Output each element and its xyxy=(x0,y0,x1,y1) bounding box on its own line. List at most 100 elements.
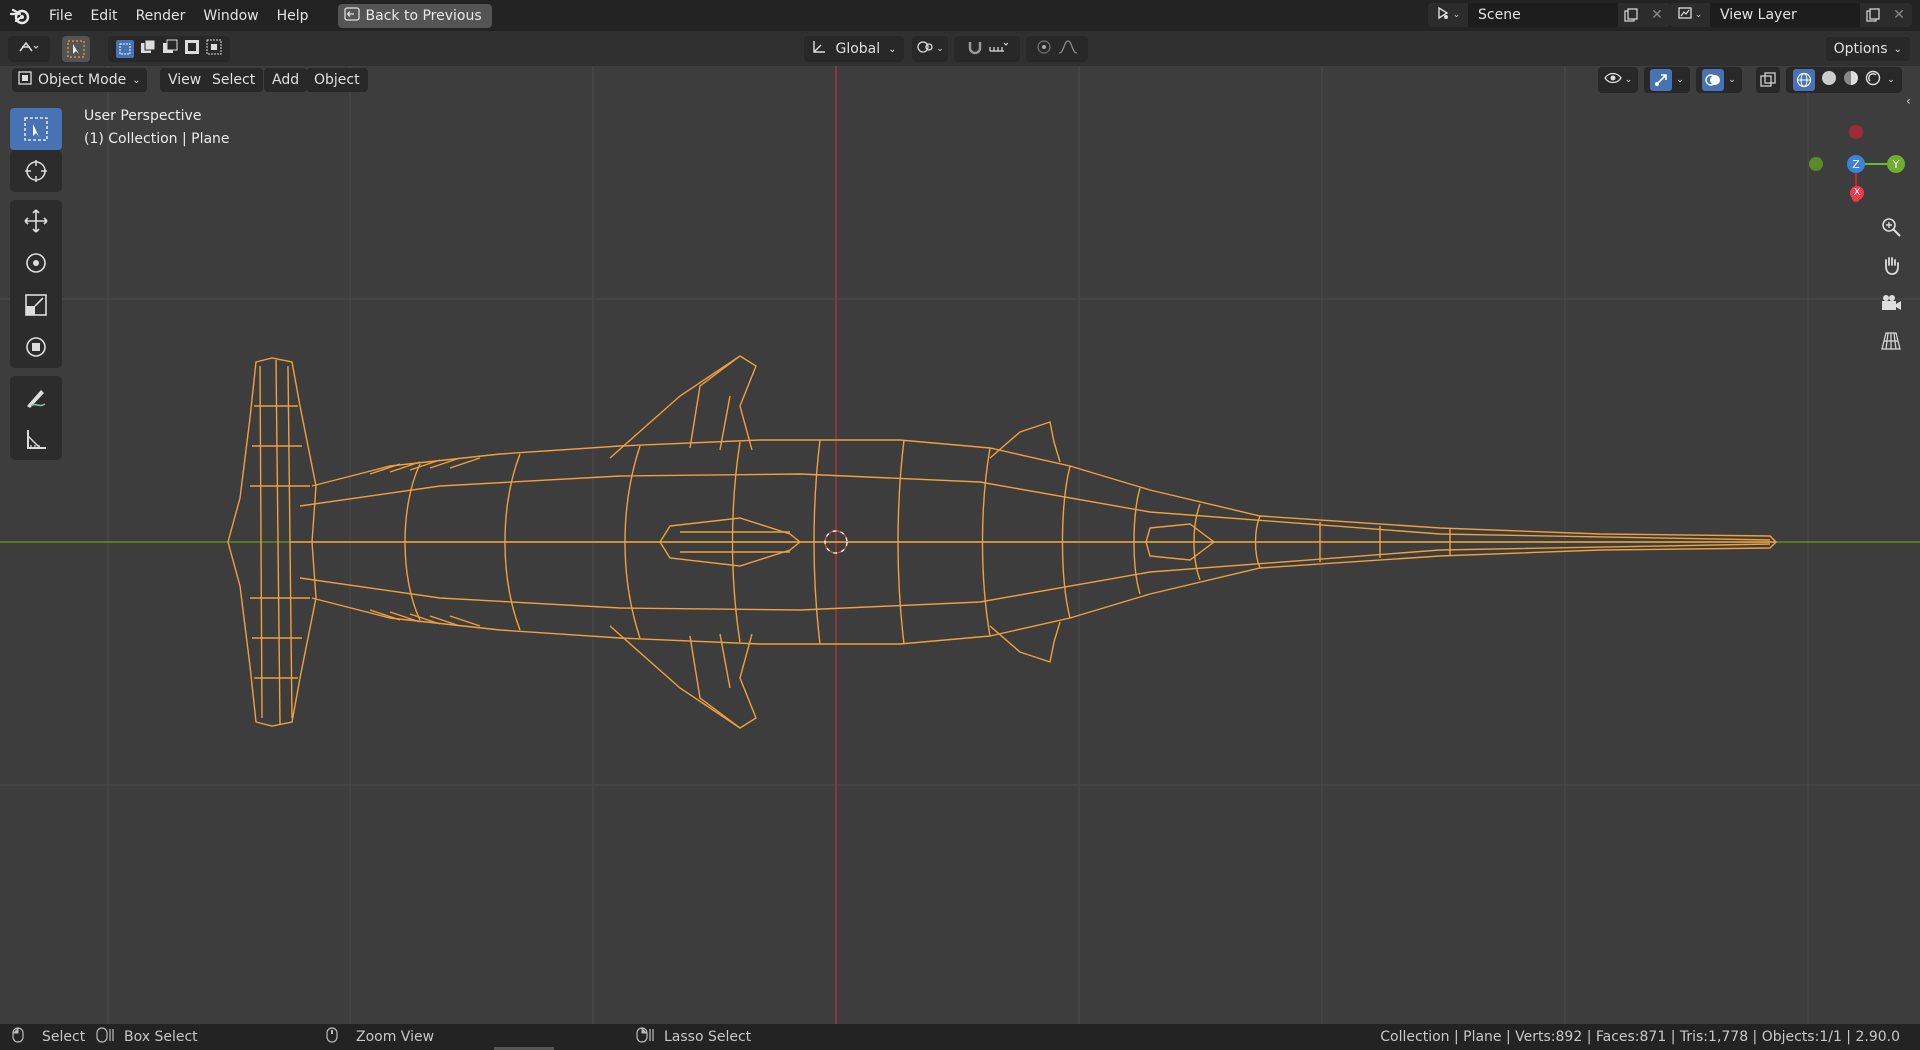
orientation-icon xyxy=(811,39,827,59)
viewport-header: Object Mode ⌄ View Select Add Object ⌄ ⌄… xyxy=(0,66,1920,94)
viewport-menu-add[interactable]: Add xyxy=(264,68,308,92)
options-dropdown[interactable]: Options ⌄ xyxy=(1825,37,1910,61)
scene-name-field[interactable]: Scene xyxy=(1468,3,1618,27)
chevron-down-icon: ⌄ xyxy=(132,74,141,86)
neg-x-axis-dot[interactable] xyxy=(1849,125,1863,139)
xray-toggle-icon[interactable] xyxy=(1756,67,1780,93)
proportional-edit-icon[interactable] xyxy=(1036,39,1052,59)
back-to-previous-label: Back to Previous xyxy=(365,7,482,24)
select-box-tool-icon[interactable] xyxy=(10,108,62,150)
editor-type-button[interactable] xyxy=(8,36,50,62)
scene-statistics: Collection | Plane | Verts:892 | Faces:8… xyxy=(1380,1029,1900,1045)
wireframe-shading-icon[interactable] xyxy=(1793,69,1816,91)
camera-view-icon[interactable] xyxy=(1876,288,1906,318)
menu-window[interactable]: Window xyxy=(194,4,267,28)
annotate-tool-icon[interactable] xyxy=(10,376,62,418)
mode-set-icon[interactable] xyxy=(116,40,134,58)
magnet-icon[interactable] xyxy=(966,38,984,60)
menu-help[interactable]: Help xyxy=(268,4,318,28)
transform-tool-icon[interactable] xyxy=(10,326,62,368)
measure-tool-icon[interactable] xyxy=(10,418,62,460)
chevron-down-icon: ⌄ xyxy=(1893,43,1902,55)
move-tool-icon[interactable] xyxy=(10,200,62,242)
material-preview-icon[interactable] xyxy=(1843,70,1859,90)
gizmo-toggle-group: ⌄ xyxy=(1644,67,1690,93)
selection-mode-group xyxy=(108,36,230,62)
chevron-down-icon: ⌄ xyxy=(936,44,944,54)
toolbar-cursor-group xyxy=(10,150,62,192)
chevron-down-icon: ⌄ xyxy=(1624,75,1633,85)
snap-increment-icon[interactable] xyxy=(988,39,1009,59)
status-lasso-hint: Lasso Select xyxy=(636,1024,751,1050)
new-view-layer-icon[interactable] xyxy=(1860,3,1886,27)
view-layer-browse-button[interactable]: ⌄ xyxy=(1670,3,1710,27)
3d-viewport[interactable]: User Perspective (1) Collection | Plane … xyxy=(0,66,1920,1024)
eye-icon xyxy=(1603,71,1622,89)
scale-tool-icon[interactable] xyxy=(10,284,62,326)
toolbar-annotate-group xyxy=(10,376,62,460)
scene-selector: ⌄ Scene ✕ xyxy=(1428,3,1670,27)
mode-difference-icon[interactable] xyxy=(184,39,200,59)
options-label: Options xyxy=(1833,41,1888,57)
menu-edit[interactable]: Edit xyxy=(81,4,126,28)
visibility-dropdown[interactable]: ⌄ xyxy=(1598,67,1638,93)
object-mode-dropdown[interactable]: Object Mode ⌄ xyxy=(12,68,147,92)
view-layer-icon xyxy=(1678,6,1692,24)
chevron-down-icon[interactable]: ⌄ xyxy=(1887,75,1895,85)
neg-y-axis-dot[interactable] xyxy=(1809,157,1823,171)
x-axis-label[interactable]: X xyxy=(1850,186,1864,200)
falloff-curve-icon[interactable] xyxy=(1058,39,1078,59)
delete-scene-icon[interactable]: ✕ xyxy=(1644,3,1670,27)
sidebar-toggle-icon[interactable]: ‹ xyxy=(1906,94,1911,108)
gizmo-icon[interactable] xyxy=(1650,69,1673,91)
viewport-menu-object[interactable]: Object xyxy=(306,68,368,92)
chevron-down-icon[interactable]: ⌄ xyxy=(1676,75,1684,85)
back-icon xyxy=(343,6,360,25)
solid-shading-icon[interactable] xyxy=(1821,70,1837,90)
rotate-tool-icon[interactable] xyxy=(10,242,62,284)
chevron-down-icon[interactable]: ⌄ xyxy=(1728,75,1736,85)
toolbar-transform-group xyxy=(10,200,62,368)
mode-extend-icon[interactable] xyxy=(140,39,156,59)
blender-logo-icon[interactable] xyxy=(0,0,40,31)
pan-hand-icon[interactable] xyxy=(1876,250,1906,280)
top-menu-bar: File Edit Render Window Help Back to Pre… xyxy=(0,0,1920,31)
menu-file[interactable]: File xyxy=(40,4,81,28)
perspective-toggle-icon[interactable] xyxy=(1876,326,1906,356)
object-mode-label: Object Mode xyxy=(38,72,127,88)
shark-mesh xyxy=(227,355,1777,729)
pivot-point-dropdown[interactable]: ⌄ xyxy=(912,36,948,62)
scene-icon xyxy=(1436,6,1450,24)
scene-browse-button[interactable]: ⌄ xyxy=(1428,3,1468,27)
zoom-icon[interactable] xyxy=(1876,212,1906,242)
back-to-previous-button[interactable]: Back to Previous xyxy=(337,3,492,28)
menu-render[interactable]: Render xyxy=(127,4,195,28)
cursor-tool-icon[interactable] xyxy=(10,150,62,192)
new-scene-icon[interactable] xyxy=(1618,3,1644,27)
transform-orientation-label: Global xyxy=(835,41,881,57)
status-lasso-label: Lasso Select xyxy=(664,1029,752,1045)
editor-type-icon xyxy=(18,39,40,59)
view-collection-label: (1) Collection | Plane xyxy=(84,131,230,147)
mode-subtract-icon[interactable] xyxy=(162,39,178,59)
mode-intersect-icon[interactable] xyxy=(206,39,222,59)
viewport-menu-select[interactable]: Select xyxy=(204,68,264,92)
status-box-select-hint: Box Select xyxy=(96,1024,198,1050)
delete-view-layer-icon[interactable]: ✕ xyxy=(1886,3,1912,27)
proportional-edit-group xyxy=(1026,36,1088,62)
rendered-shading-icon[interactable] xyxy=(1865,70,1881,90)
object-mode-icon xyxy=(18,71,32,89)
status-zoom-hint: Zoom View xyxy=(326,1024,434,1050)
view-layer-selector: ⌄ View Layer ✕ xyxy=(1670,3,1912,27)
viewport-menu-view[interactable]: View xyxy=(160,68,210,92)
mouse-middle-icon xyxy=(326,1027,338,1047)
mouse-right-drag-icon xyxy=(636,1027,656,1047)
overlays-toggle-group: ⌄ xyxy=(1696,67,1742,93)
z-axis-label: Z xyxy=(1852,158,1860,171)
transform-orientation-dropdown[interactable]: Global ⌄ xyxy=(804,36,904,62)
view-layer-field[interactable]: View Layer xyxy=(1710,3,1860,27)
overlays-icon[interactable] xyxy=(1702,69,1725,91)
shading-mode-group: ⌄ xyxy=(1786,67,1902,93)
viewport-canvas[interactable] xyxy=(0,66,1920,1024)
tool-select-icon[interactable] xyxy=(62,36,90,62)
